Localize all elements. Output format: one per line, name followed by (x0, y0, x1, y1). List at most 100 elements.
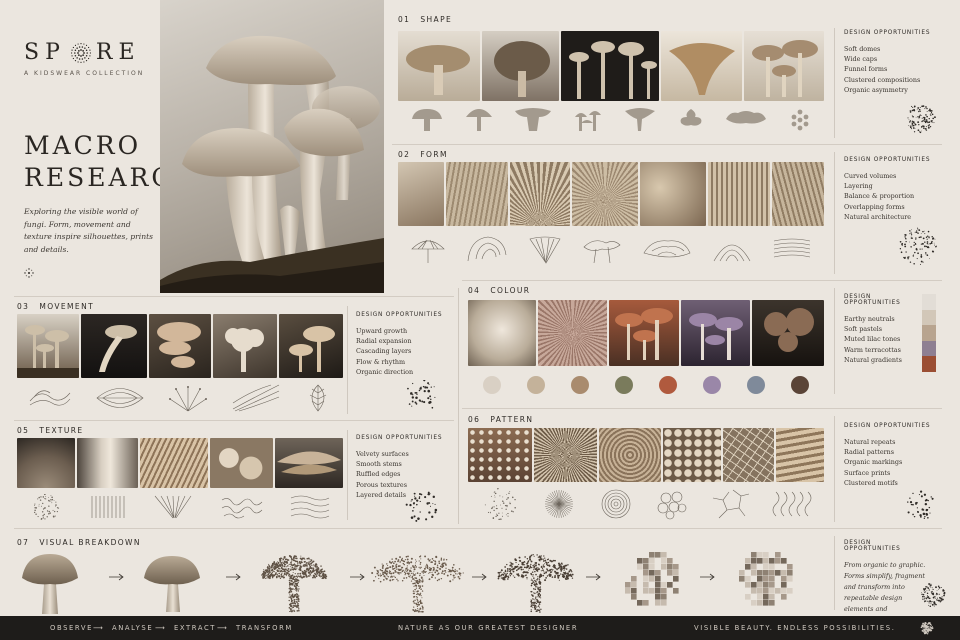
opportunities-heading: DESIGN OPPORTUNITIES (844, 423, 931, 429)
shape-opportunities: DESIGN OPPORTUNITIES Soft domes Wide cap… (844, 30, 944, 95)
arrow-right-icon (700, 573, 715, 581)
section-heading-movement: 03 MOVEMENT (17, 302, 95, 311)
footer-step-extract: EXTRACT (174, 624, 217, 632)
texture-line-drawing-row (17, 492, 343, 522)
section-heading-pattern: 06 PATTERN (468, 415, 534, 424)
divider (834, 536, 835, 610)
photo-tile (660, 31, 743, 101)
opportunities-list: Curved volumes Layering Balance & propor… (844, 171, 944, 222)
opportunities-heading: DESIGN OPPORTUNITIES (356, 312, 443, 318)
opportunities-heading: DESIGN OPPORTUNITIES (844, 294, 901, 306)
list-item: Overlapping forms (844, 202, 905, 211)
funnel-shape-icon (515, 108, 552, 131)
list-item: Flow & rhythm (356, 357, 406, 366)
colour-swatch (571, 376, 589, 394)
photo-tile (662, 428, 721, 482)
photo-tile (149, 314, 211, 378)
twin-cap-line-icon (583, 240, 621, 264)
divider (347, 430, 348, 520)
photo-tile (468, 300, 536, 366)
photo-tile (76, 438, 139, 488)
section-heading-visual-breakdown: 07 VISUAL BREAKDOWN (17, 538, 141, 547)
photo-tile (572, 162, 638, 226)
layered-cap-line-icon (643, 240, 691, 258)
colour-swatch (527, 376, 545, 394)
list-item: Soft pastels (844, 325, 883, 334)
pattern-line-drawing-row (470, 486, 822, 522)
concentric-rings-pattern-icon (601, 489, 630, 519)
palette-chip (922, 325, 936, 341)
photo-tile (209, 438, 274, 488)
brand-subtitle: A KIDSWEAR COLLECTION (24, 70, 145, 77)
photo-tile (537, 300, 608, 366)
breakdown-step-pattern (739, 552, 793, 606)
sparkle-icon (24, 268, 34, 278)
photo-tile (398, 162, 444, 226)
divider (347, 306, 348, 414)
colour-image-strip (468, 300, 824, 366)
photo-tile (510, 162, 570, 226)
cluster-shape-icon (575, 111, 602, 131)
form-line-drawing-row (400, 232, 822, 268)
list-item: Upward growth (356, 327, 408, 335)
photo-tile (599, 428, 661, 482)
footer-step-transform: TRANSFORM (236, 624, 293, 632)
visual-breakdown-sequence (14, 548, 830, 614)
shape-icon-row (400, 104, 822, 136)
scattered-dots-icon (407, 380, 436, 409)
palette-chip (922, 294, 936, 310)
list-item: Clustered compositions (844, 75, 921, 84)
colour-swatch (615, 376, 633, 394)
photo-tile (468, 428, 532, 482)
list-item: Porous textures (356, 480, 407, 489)
list-item: Clustered motifs (844, 478, 898, 487)
footer-bar: OBSERVE ⟶ ANALYSE ⟶ EXTRACT ⟶ TRANSFORM … (0, 616, 960, 640)
stacked-lines-icon (773, 238, 811, 258)
photo-tile (17, 314, 79, 378)
flow-line-icon (30, 390, 71, 406)
dot-grid-pattern-icon (485, 488, 517, 520)
breakdown-step-photo (22, 554, 78, 614)
divider (834, 28, 835, 138)
palette-chip (922, 309, 936, 326)
list-item: Warm terracottas (844, 345, 901, 354)
colour-swatch (747, 376, 765, 394)
arrow-right-icon: ⟶ (155, 624, 167, 632)
ripple-pattern-icon (772, 491, 811, 517)
photo-tile (17, 438, 75, 488)
list-item: Natural architecture (844, 212, 912, 221)
opportunities-heading: DESIGN OPPORTUNITIES (844, 540, 901, 552)
photo-tile (772, 162, 824, 226)
photo-tile (81, 314, 147, 378)
crackle-pattern-icon (712, 489, 750, 519)
photo-tile (275, 438, 343, 488)
list-item: Velvety surfaces (356, 450, 409, 458)
dot-burst-icon (907, 105, 936, 134)
footer-step-observe: OBSERVE (50, 624, 93, 632)
photo-tile (213, 314, 277, 378)
list-item: Organic asymmetry (844, 85, 908, 94)
list-item: Natural repeats (844, 438, 896, 446)
divider (14, 296, 454, 297)
texture-image-strip (17, 438, 343, 488)
photo-tile (533, 428, 598, 482)
section-heading-texture: 05 TEXTURE (17, 426, 84, 435)
intro-text: Exploring the visible world of fungi. Fo… (24, 207, 154, 254)
list-item: Wide caps (844, 55, 878, 64)
list-item: Organic markings (844, 458, 903, 467)
arrow-right-icon: ⟶ (93, 624, 105, 632)
colour-swatch (791, 376, 809, 394)
movement-image-strip (17, 314, 343, 378)
breakdown-step-stipple (261, 554, 328, 613)
section-heading-shape: 01 SHAPE (398, 15, 453, 24)
palette-chip (922, 356, 936, 372)
divider (458, 288, 459, 524)
arrow-right-icon (109, 573, 124, 581)
form-image-strip (398, 162, 824, 226)
photo-tile (776, 428, 824, 482)
photo-tile (398, 31, 480, 101)
dot-burst-icon (899, 227, 937, 265)
leaf-vein-line-icon (309, 384, 326, 412)
list-item: Funnel forms (844, 65, 888, 74)
spore-cluster-icon (920, 621, 934, 635)
